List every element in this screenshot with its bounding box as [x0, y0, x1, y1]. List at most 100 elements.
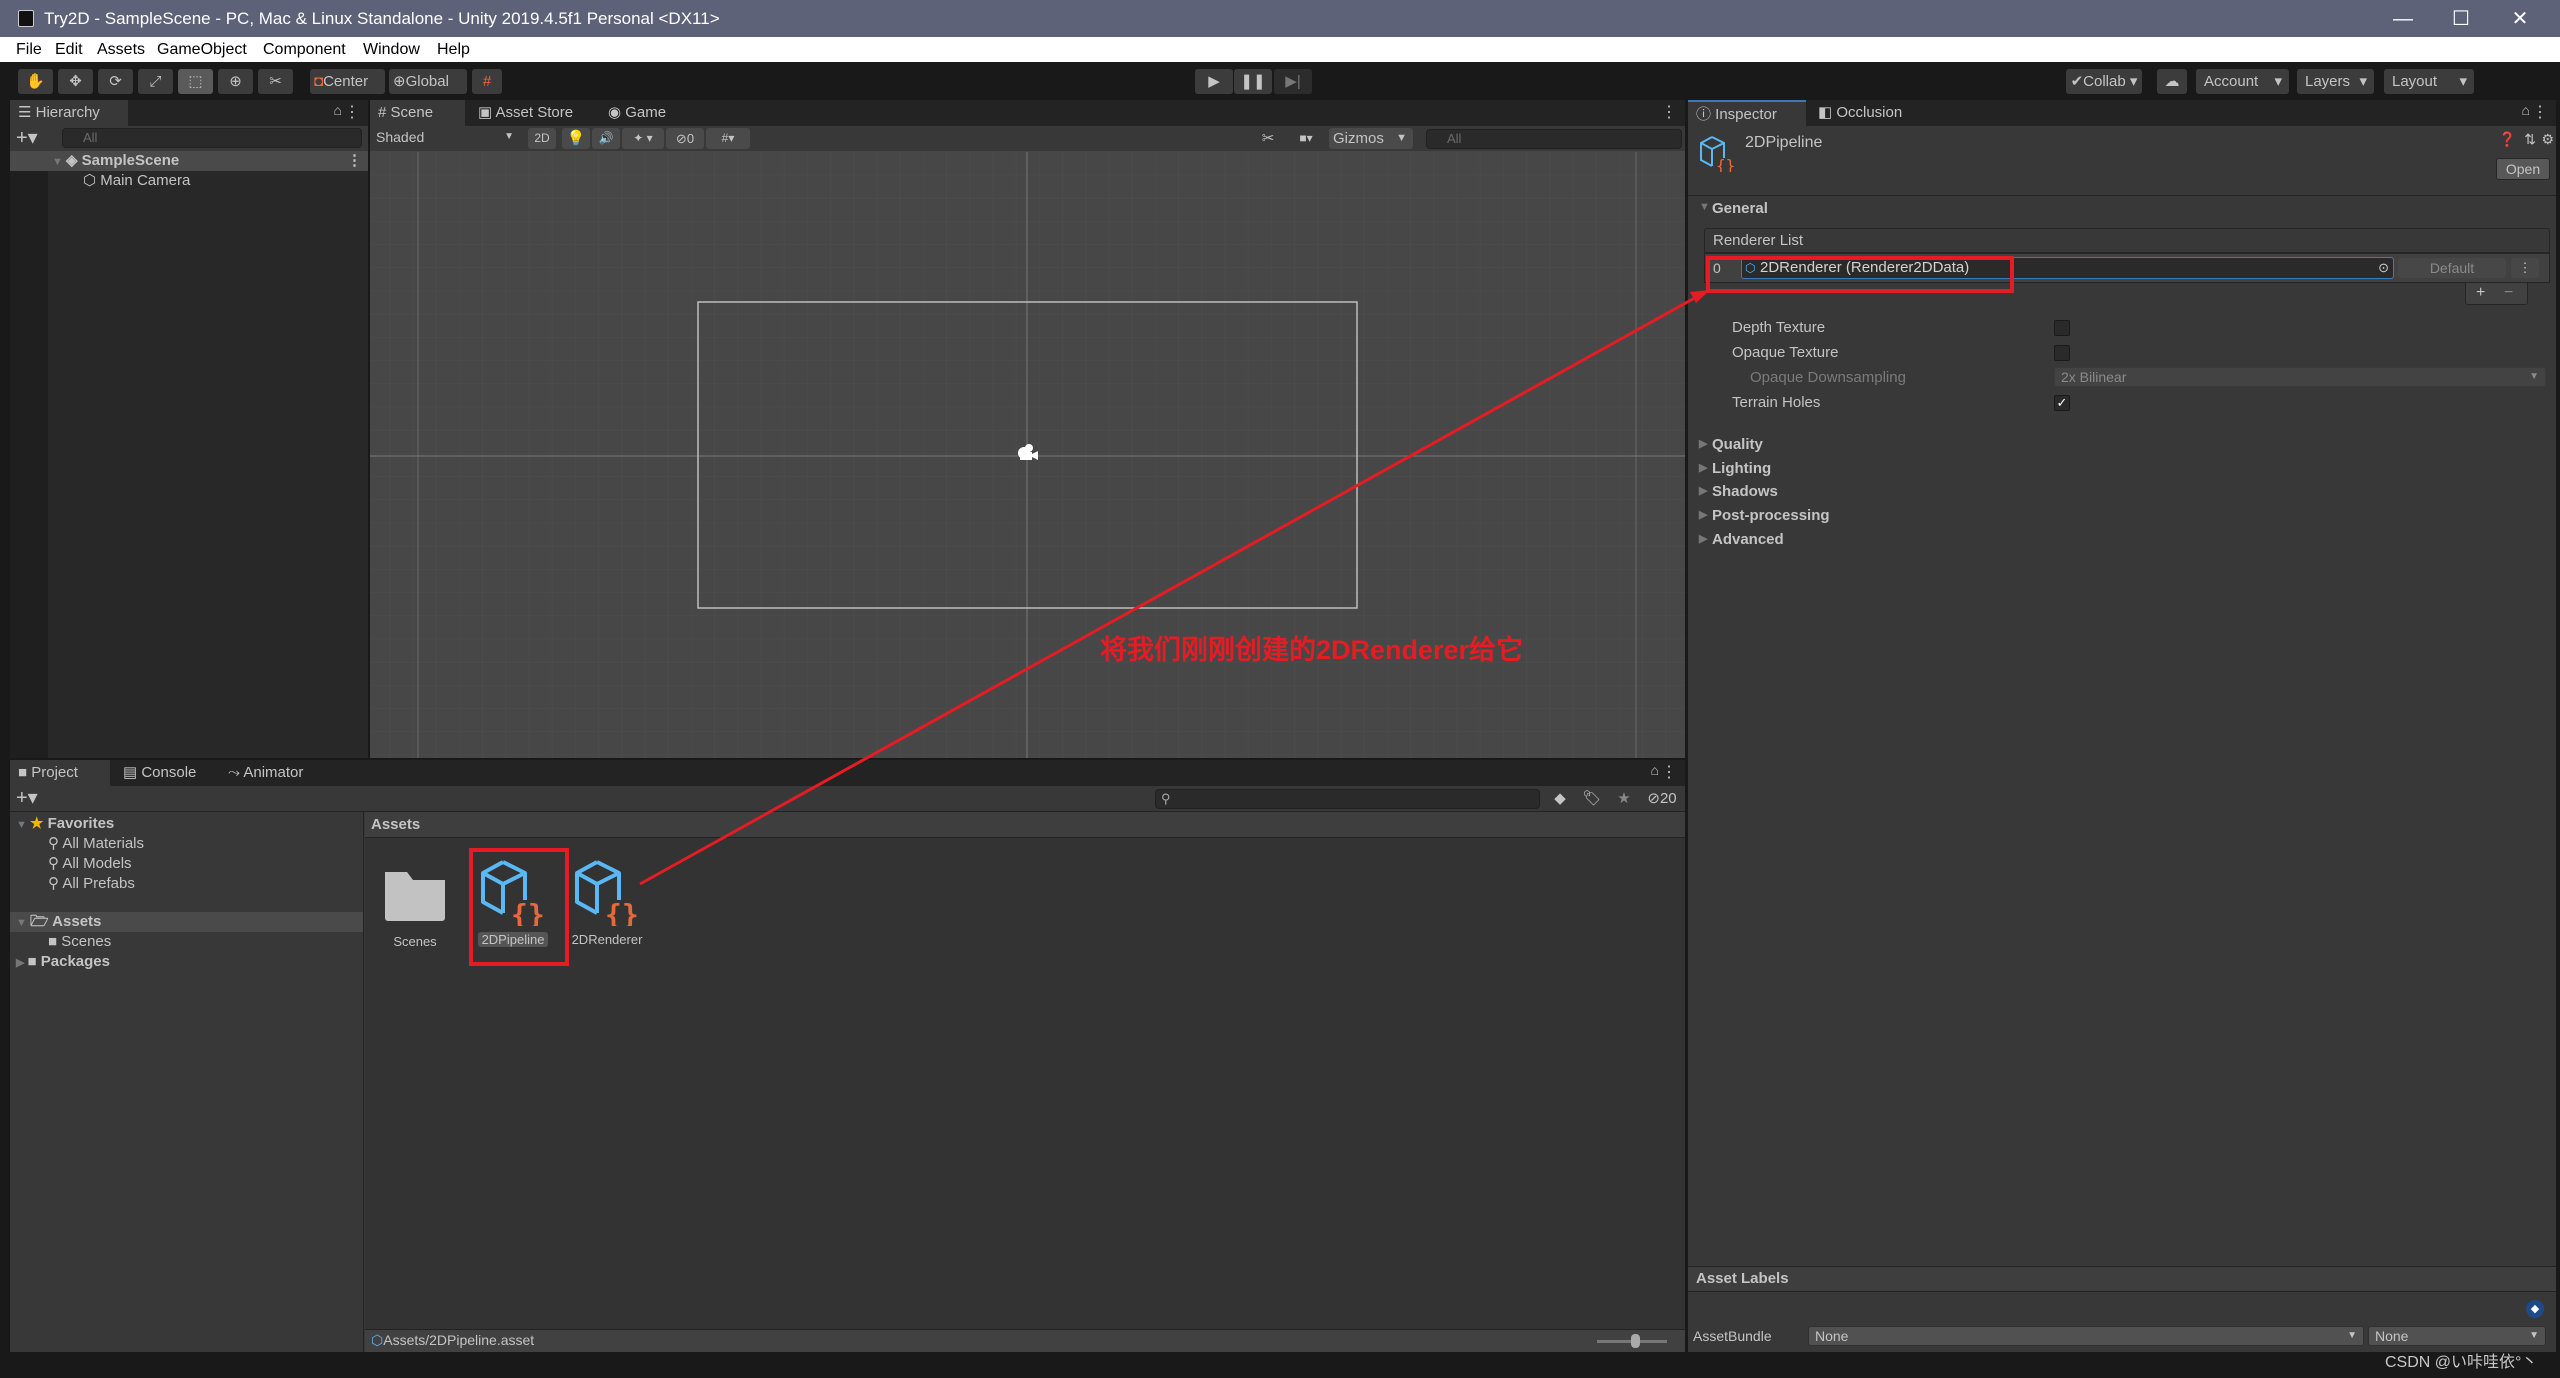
account-dropdown[interactable]: Account ▾	[2196, 69, 2289, 94]
section-post-processing[interactable]: ▶ Post-processing	[1699, 507, 1830, 524]
shading-mode-dropdown[interactable]: Shaded ▼	[370, 128, 520, 148]
lighting-toggle-icon[interactable]: 💡	[562, 128, 590, 149]
terrain-holes-checkbox[interactable]: ✓	[2054, 395, 2070, 411]
minimize-button[interactable]: —	[2383, 4, 2423, 34]
section-quality[interactable]: ▶ Quality	[1699, 436, 1763, 453]
tab-scene[interactable]: # Scene	[370, 100, 465, 126]
project-search-input[interactable]: ⚲	[1155, 789, 1540, 809]
menu-edit[interactable]: Edit	[55, 41, 83, 59]
menu-gameobject[interactable]: GameObject	[157, 41, 247, 59]
scene-viewport[interactable]	[370, 152, 1685, 758]
menu-component[interactable]: Component	[263, 41, 346, 59]
lock-icon[interactable]: ⌂	[1651, 762, 1659, 778]
open-button[interactable]: Open	[2496, 158, 2550, 180]
asset-item-scenes[interactable]: Scenes	[380, 862, 450, 962]
close-button[interactable]: ✕	[2500, 4, 2540, 34]
2d-toggle[interactable]: 2D	[528, 128, 556, 149]
tab-asset-store[interactable]: ▣ Asset Store	[470, 100, 595, 126]
search-by-label-icon[interactable]: 🏷	[1577, 787, 1607, 810]
grid-snap-dropdown-icon[interactable]: #▾	[706, 128, 750, 149]
hidden-objects-toggle[interactable]: ⊘0	[666, 128, 704, 149]
scale-tool-icon[interactable]: ⤢	[138, 69, 173, 94]
section-shadows[interactable]: ▶ Shadows	[1699, 483, 1778, 500]
pause-button[interactable]: ❚❚	[1234, 69, 1272, 94]
presets-icon[interactable]: ⇅	[2524, 131, 2536, 148]
create-add-button[interactable]: +▾	[16, 126, 38, 150]
add-renderer-button[interactable]: +	[2476, 283, 2485, 303]
tree-all-prefabs[interactable]: ⚲ All Prefabs	[48, 874, 135, 894]
tree-scenes[interactable]: ■ Scenes	[48, 932, 111, 952]
more-menu-icon[interactable]: ⋮	[2532, 102, 2548, 122]
section-general[interactable]: ▼ General	[1699, 200, 1768, 217]
label-tag-icon[interactable]: ◆	[2526, 1300, 2544, 1318]
collab-dropdown[interactable]: ✔Collab ▾	[2066, 69, 2142, 94]
pivot-global-toggle[interactable]: ⊕Global	[389, 69, 467, 94]
layers-dropdown[interactable]: Layers ▾	[2297, 69, 2374, 94]
menu-help[interactable]: Help	[437, 41, 470, 59]
menu-file[interactable]: File	[16, 41, 42, 59]
hierarchy-item-main-camera[interactable]: ⬡ Main Camera	[83, 171, 190, 191]
set-default-button[interactable]: Default	[2398, 258, 2506, 278]
tab-game[interactable]: ◉ Game	[600, 100, 680, 126]
camera-dropdown-icon[interactable]: ■▾	[1285, 128, 1327, 149]
lock-icon[interactable]: ⌂	[334, 102, 342, 118]
menu-window[interactable]: Window	[363, 41, 420, 59]
custom-tool-icon[interactable]: ✂	[258, 69, 293, 94]
section-lighting[interactable]: ▶ Lighting	[1699, 460, 1771, 477]
scene-root-item[interactable]: ▼ ◈ SampleScene ⋮	[10, 151, 368, 171]
tree-packages[interactable]: ▶ ■ Packages	[16, 952, 110, 972]
tab-hierarchy[interactable]: ☰ Hierarchy	[10, 100, 128, 126]
search-by-type-icon[interactable]: ◆	[1545, 787, 1575, 810]
tree-favorites[interactable]: ▼ ★ Favorites	[16, 814, 114, 834]
tree-all-materials[interactable]: ⚲ All Materials	[48, 834, 144, 854]
opaque-downsampling-dropdown[interactable]: 2x Bilinear ▼	[2054, 367, 2546, 387]
remove-renderer-button[interactable]: −	[2504, 283, 2513, 303]
tab-console[interactable]: ▤ Console	[115, 760, 215, 786]
transform-tool-icon[interactable]: ⊕	[218, 69, 253, 94]
asset-bundle-dropdown[interactable]: None ▼	[1808, 1326, 2364, 1346]
hidden-packages-toggle[interactable]: ⊘20	[1641, 787, 1683, 810]
effects-toggle-icon[interactable]: ✦ ▾	[622, 128, 664, 149]
svg-text:{}: {}	[605, 898, 639, 926]
tools-icon[interactable]: ✂	[1253, 128, 1283, 149]
tree-all-models[interactable]: ⚲ All Models	[48, 854, 132, 874]
favorites-star-icon[interactable]: ★	[1609, 787, 1639, 810]
tab-occlusion[interactable]: ◧ Occlusion	[1810, 100, 1930, 126]
cloud-icon[interactable]: ☁	[2157, 69, 2187, 94]
move-tool-icon[interactable]: ✥	[58, 69, 93, 94]
asset-item-2drenderer[interactable]: {} 2DRenderer	[569, 856, 645, 966]
asset-bundle-variant-dropdown[interactable]: None ▼	[2368, 1326, 2546, 1346]
lock-icon[interactable]: ⌂	[2522, 102, 2530, 118]
tab-project[interactable]: ■ Project	[10, 760, 110, 786]
scene-search-input[interactable]: All	[1426, 129, 1682, 149]
more-menu-icon[interactable]: ⋮	[1661, 762, 1677, 782]
rect-tool-icon[interactable]: ⬚	[178, 69, 213, 94]
tab-animator[interactable]: ⤳ Animator	[220, 760, 330, 786]
tree-assets[interactable]: ▼ 🗁 Assets	[10, 912, 363, 932]
pivot-center-toggle[interactable]: ◘Center	[310, 69, 385, 94]
depth-texture-checkbox[interactable]	[2054, 320, 2070, 336]
icon-size-slider-handle[interactable]	[1631, 1334, 1640, 1348]
scene-menu-icon[interactable]: ⋮	[347, 151, 362, 171]
maximize-button[interactable]: ☐	[2441, 4, 2481, 34]
create-add-button[interactable]: +▾	[16, 786, 38, 810]
settings-gear-icon[interactable]: ⚙	[2541, 131, 2554, 148]
help-icon[interactable]: ❓	[2499, 131, 2516, 148]
audio-toggle-icon[interactable]: 🔊	[592, 128, 620, 149]
step-button[interactable]: ▶|	[1274, 69, 1312, 94]
snap-grid-icon[interactable]: #	[472, 69, 502, 94]
gizmos-dropdown[interactable]: Gizmos ▼	[1329, 128, 1413, 149]
menu-assets[interactable]: Assets	[97, 41, 145, 59]
tab-inspector[interactable]: ⓘ Inspector	[1688, 100, 1806, 126]
hand-tool-icon[interactable]: ✋	[18, 69, 53, 94]
object-picker-icon[interactable]: ⊙	[2378, 258, 2389, 278]
more-menu-icon[interactable]: ⋮	[1661, 102, 1677, 122]
layout-dropdown[interactable]: Layout ▾	[2384, 69, 2474, 94]
play-button[interactable]: ▶	[1195, 69, 1233, 94]
hierarchy-search-input[interactable]: All	[62, 128, 362, 148]
section-advanced[interactable]: ▶ Advanced	[1699, 531, 1784, 548]
rotate-tool-icon[interactable]: ⟳	[98, 69, 133, 94]
opaque-texture-checkbox[interactable]	[2054, 345, 2070, 361]
renderer-more-icon[interactable]: ⋮	[2511, 258, 2539, 278]
more-menu-icon[interactable]: ⋮	[344, 102, 360, 122]
